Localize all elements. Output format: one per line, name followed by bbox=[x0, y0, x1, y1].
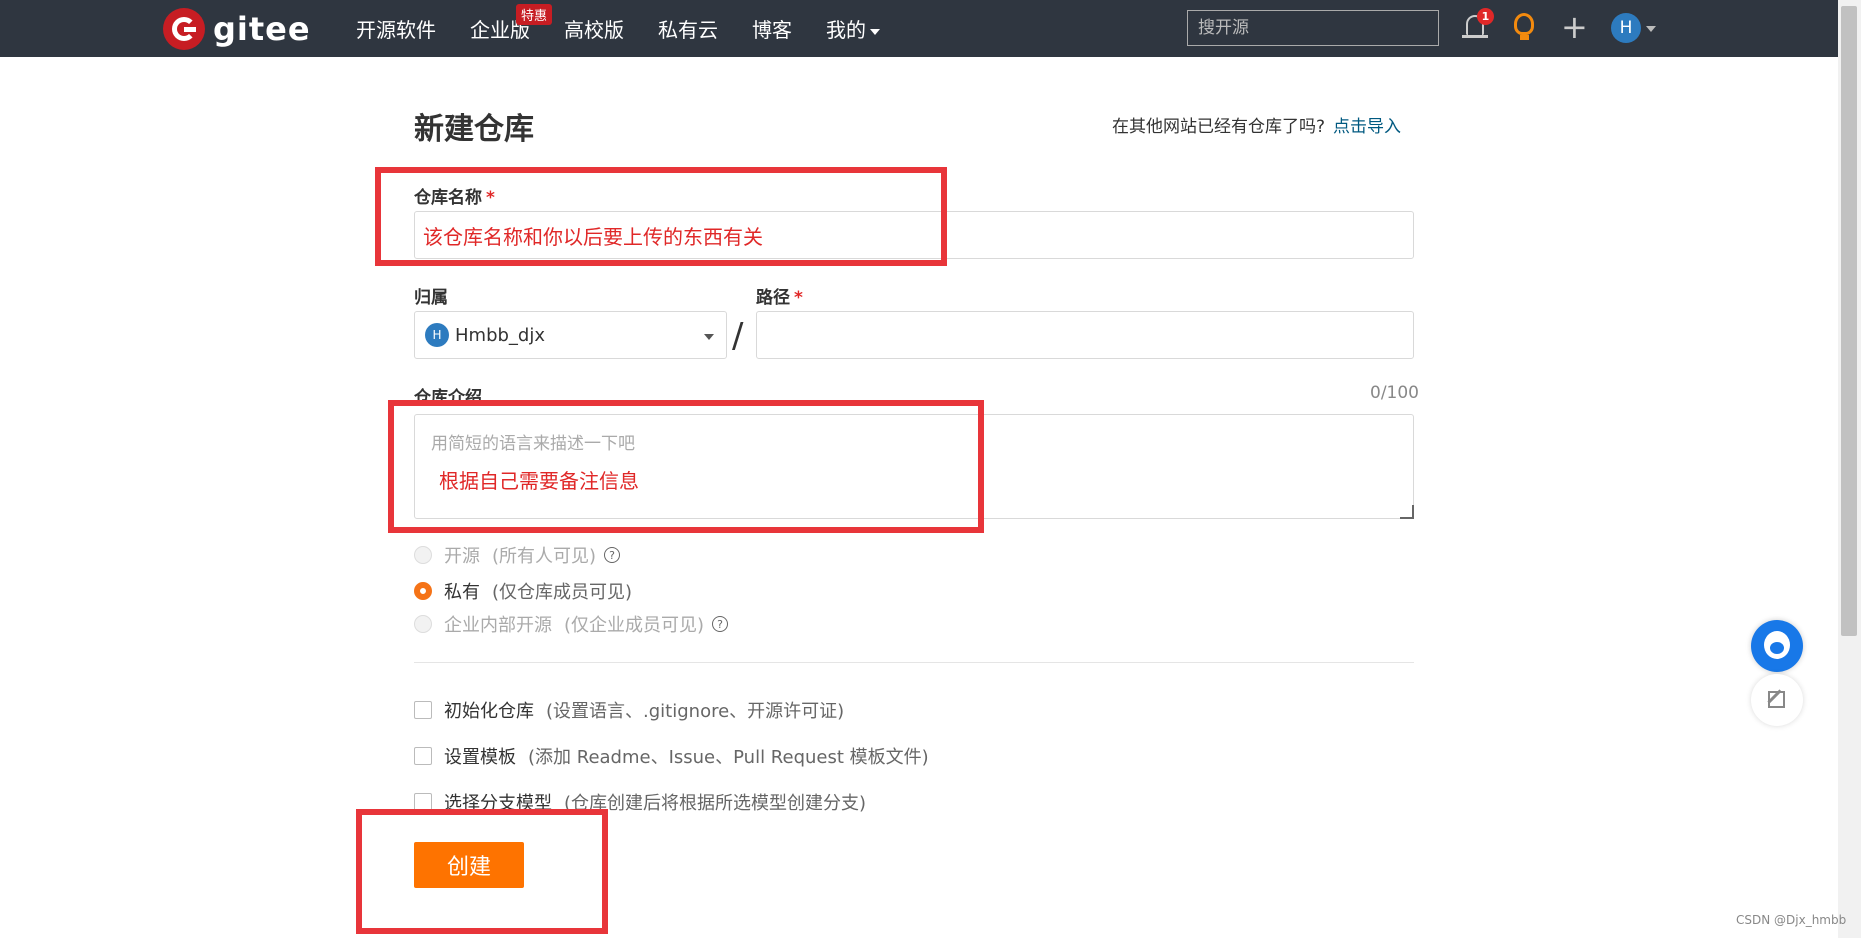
plus-icon[interactable]: + bbox=[1561, 11, 1588, 43]
repo-path-input[interactable] bbox=[756, 311, 1414, 359]
radio-enterprise-note: (仅企业成员可见) bbox=[564, 615, 705, 636]
import-hint-text: 在其他网站已经有仓库了吗? bbox=[1112, 117, 1326, 137]
chevron-down-icon bbox=[870, 28, 880, 35]
annotation-box-create bbox=[356, 809, 608, 934]
import-link[interactable]: 点击导入 bbox=[1333, 117, 1401, 137]
radio-enterprise[interactable] bbox=[414, 615, 432, 633]
annotation-box-name bbox=[375, 167, 947, 266]
owner-select[interactable]: H Hmbb_djx bbox=[414, 311, 727, 359]
owner-avatar: H bbox=[425, 323, 449, 347]
section-divider bbox=[414, 662, 1414, 663]
option-template-label: 设置模板 bbox=[444, 747, 516, 768]
option-template[interactable]: 设置模板 (添加 Readme、Issue、Pull Request 模板文件) bbox=[414, 743, 929, 769]
user-avatar[interactable]: H bbox=[1611, 13, 1641, 43]
radio-private-label: 私有 bbox=[444, 582, 480, 603]
bell-icon-base bbox=[1462, 35, 1488, 38]
scrollbar-thumb[interactable] bbox=[1841, 6, 1857, 636]
logo-text: gitee bbox=[213, 10, 311, 48]
gitee-logo[interactable]: gitee bbox=[163, 8, 311, 50]
option-init-repo[interactable]: 初始化仓库 (设置语言、.gitignore、开源许可证) bbox=[414, 697, 844, 723]
watermark: CSDN @Djx_hmbb bbox=[1736, 913, 1847, 927]
search-input[interactable] bbox=[1187, 10, 1439, 46]
lightbulb-icon[interactable] bbox=[1514, 13, 1534, 35]
checkbox-init-repo[interactable] bbox=[414, 701, 432, 719]
gitee-logo-icon bbox=[163, 8, 205, 50]
owner-value: Hmbb_djx bbox=[455, 324, 545, 346]
radio-private[interactable] bbox=[414, 582, 432, 600]
textarea-resize-handle[interactable] bbox=[1400, 505, 1414, 519]
option-init-repo-note: (设置语言、.gitignore、开源许可证) bbox=[546, 701, 845, 722]
lightbulb-icon-base bbox=[1520, 35, 1529, 40]
main-nav: 开源软件 企业版 高校版 私有云 博客 我的 特惠 bbox=[356, 0, 914, 57]
promo-badge: 特惠 bbox=[516, 4, 553, 25]
nav-item-open-source[interactable]: 开源软件 bbox=[356, 14, 436, 43]
desc-char-counter: 0/100 bbox=[1370, 383, 1419, 403]
path-separator: / bbox=[732, 316, 744, 356]
nav-item-private-cloud[interactable]: 私有云 bbox=[658, 14, 718, 43]
chevron-down-icon[interactable] bbox=[1646, 26, 1656, 32]
checkbox-template[interactable] bbox=[414, 747, 432, 765]
required-mark: * bbox=[794, 288, 803, 308]
path-label: 路径 * bbox=[756, 283, 803, 308]
option-template-note: (添加 Readme、Issue、Pull Request 模板文件) bbox=[528, 747, 929, 768]
annotation-box-desc bbox=[388, 400, 984, 533]
notification-count-badge: 1 bbox=[1477, 8, 1494, 25]
visibility-open-source[interactable]: 开源 (所有人可见) ? bbox=[414, 542, 621, 568]
option-branch-model-note: (仓库创建后将根据所选模型创建分支) bbox=[564, 793, 867, 814]
page-title: 新建仓库 bbox=[414, 112, 534, 147]
radio-open-source[interactable] bbox=[414, 546, 432, 564]
visibility-private[interactable]: 私有 (仅仓库成员可见) bbox=[414, 578, 632, 604]
chevron-down-icon bbox=[704, 334, 714, 340]
nav-item-university[interactable]: 高校版 bbox=[564, 14, 624, 43]
radio-open-source-label: 开源 bbox=[444, 546, 480, 567]
path-label-text: 路径 bbox=[756, 288, 790, 308]
assistant-float-button[interactable] bbox=[1751, 620, 1803, 672]
radio-private-note: (仅仓库成员可见) bbox=[492, 582, 633, 603]
question-circle-icon[interactable]: ? bbox=[604, 547, 621, 563]
import-hint: 在其他网站已经有仓库了吗? 点击导入 bbox=[1112, 112, 1401, 137]
visibility-enterprise[interactable]: 企业内部开源 (仅企业成员可见) ? bbox=[414, 611, 729, 637]
feedback-float-button[interactable] bbox=[1751, 674, 1803, 726]
question-circle-icon[interactable]: ? bbox=[712, 616, 729, 632]
owner-label: 归属 bbox=[414, 288, 448, 308]
nav-item-mine[interactable]: 我的 bbox=[826, 14, 880, 43]
radio-enterprise-label: 企业内部开源 bbox=[444, 615, 552, 636]
nav-item-mine-label: 我的 bbox=[826, 18, 866, 42]
option-init-repo-label: 初始化仓库 bbox=[444, 701, 534, 722]
radio-open-source-note: (所有人可见) bbox=[492, 546, 597, 567]
nav-item-blog[interactable]: 博客 bbox=[752, 14, 792, 43]
assistant-icon-inner bbox=[1770, 642, 1784, 654]
